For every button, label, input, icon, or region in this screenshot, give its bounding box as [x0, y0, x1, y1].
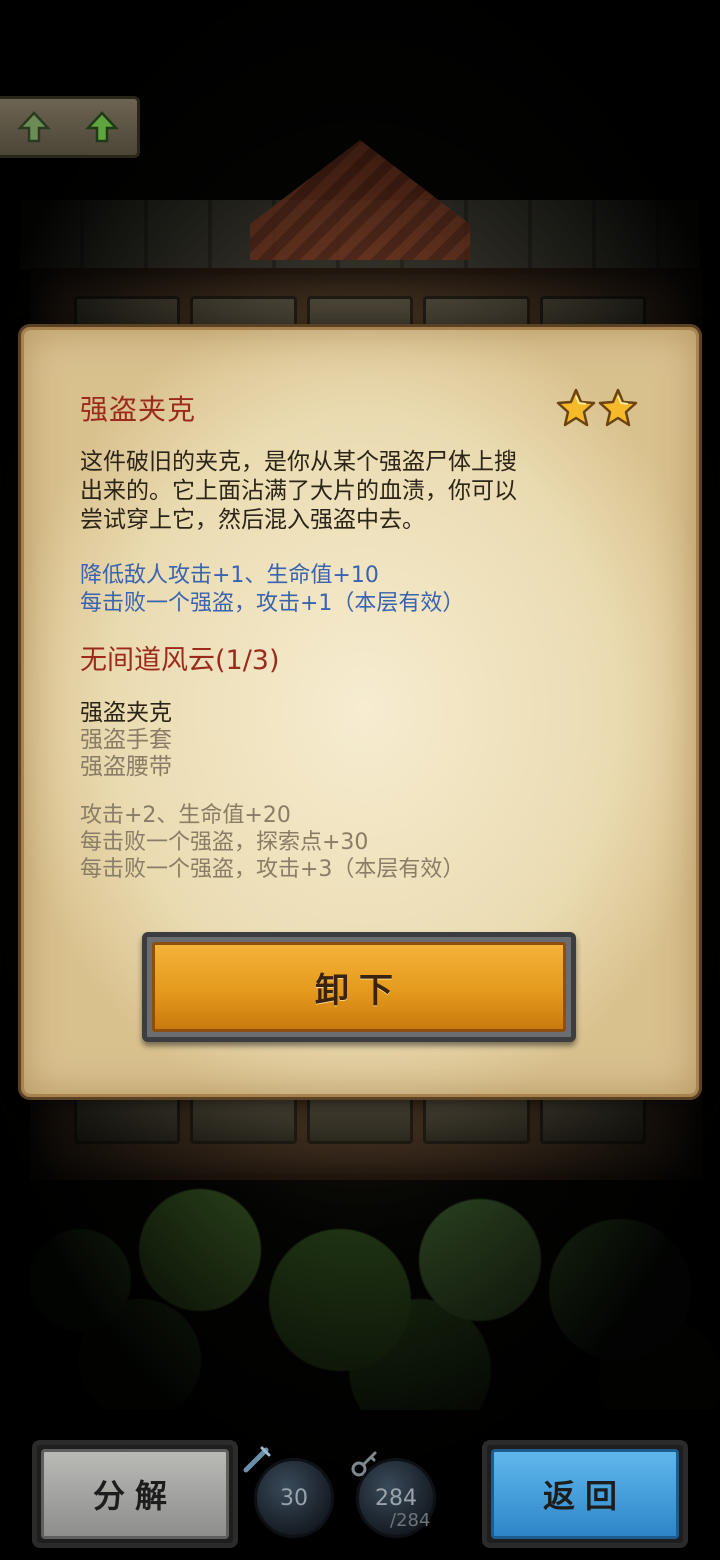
- up-arrow-icon: [85, 111, 119, 143]
- up-arrow-button[interactable]: [14, 107, 54, 147]
- up-arrow-button-2[interactable]: [82, 107, 122, 147]
- set-bonus: 每击败一个强盗，攻击+3（本层有效）: [80, 857, 465, 882]
- set-bonus: 每击败一个强盗，探索点+30: [80, 830, 369, 855]
- inventory-slot[interactable]: [423, 1088, 530, 1144]
- key-count: 284: [375, 1485, 417, 1511]
- unequip-label: 卸下: [315, 970, 403, 1011]
- set-title: 无间道风云(1/3): [80, 645, 280, 676]
- vine-foliage: [0, 1160, 720, 1410]
- decompose-button[interactable]: 分解: [32, 1440, 238, 1548]
- gem-count: 30: [280, 1485, 308, 1511]
- back-button[interactable]: 返回: [482, 1440, 688, 1548]
- inventory-slot[interactable]: [539, 1088, 647, 1144]
- decompose-button-face[interactable]: 分解: [41, 1449, 229, 1539]
- description-line: 出来的。它上面沾满了大片的血渍，你可以: [80, 478, 517, 504]
- floor-arrow-bar: [0, 96, 140, 158]
- star-icon: [556, 388, 596, 427]
- key-max: /284: [390, 1510, 431, 1531]
- description-line: 尝试穿上它，然后混入强盗中去。: [80, 507, 425, 533]
- rarity-stars: [556, 388, 638, 428]
- inventory-row-bottom: [74, 1088, 647, 1144]
- set-piece-missing: 强盗腰带: [80, 754, 172, 780]
- item-effect: 每击败一个强盗，攻击+1（本层有效）: [80, 591, 465, 616]
- decompose-label: 分解: [92, 1477, 177, 1515]
- back-label: 返回: [542, 1477, 627, 1515]
- inventory-slot[interactable]: [190, 1088, 297, 1144]
- item-effect: 降低敌人攻击+1、生命值+10: [80, 563, 379, 588]
- up-arrow-icon: [17, 111, 51, 143]
- set-piece-owned: 强盗夹克: [80, 700, 172, 726]
- item-detail-panel: 强盗夹克 这件破旧的夹克，是你从某个强盗尸体上搜 出来的。它上面沾满了大片的血渍…: [24, 330, 696, 1094]
- unequip-button[interactable]: 卸下: [142, 932, 576, 1042]
- star-icon: [598, 388, 638, 427]
- inventory-slot[interactable]: [74, 1088, 181, 1144]
- inventory-slot[interactable]: [306, 1088, 414, 1144]
- set-piece-missing: 强盗手套: [80, 727, 172, 753]
- back-button-face[interactable]: 返回: [491, 1449, 679, 1539]
- gem-counter: 30: [254, 1458, 334, 1538]
- description-line: 这件破旧的夹克，是你从某个强盗尸体上搜: [80, 449, 517, 475]
- set-bonus: 攻击+2、生命值+20: [80, 803, 291, 828]
- game-screen: 强盗夹克 这件破旧的夹克，是你从某个强盗尸体上搜 出来的。它上面沾满了大片的血渍…: [0, 0, 720, 1560]
- item-description: 这件破旧的夹克，是你从某个强盗尸体上搜 出来的。它上面沾满了大片的血渍，你可以 …: [80, 448, 620, 535]
- item-name: 强盗夹克: [80, 393, 197, 426]
- unequip-button-face[interactable]: 卸下: [152, 942, 566, 1032]
